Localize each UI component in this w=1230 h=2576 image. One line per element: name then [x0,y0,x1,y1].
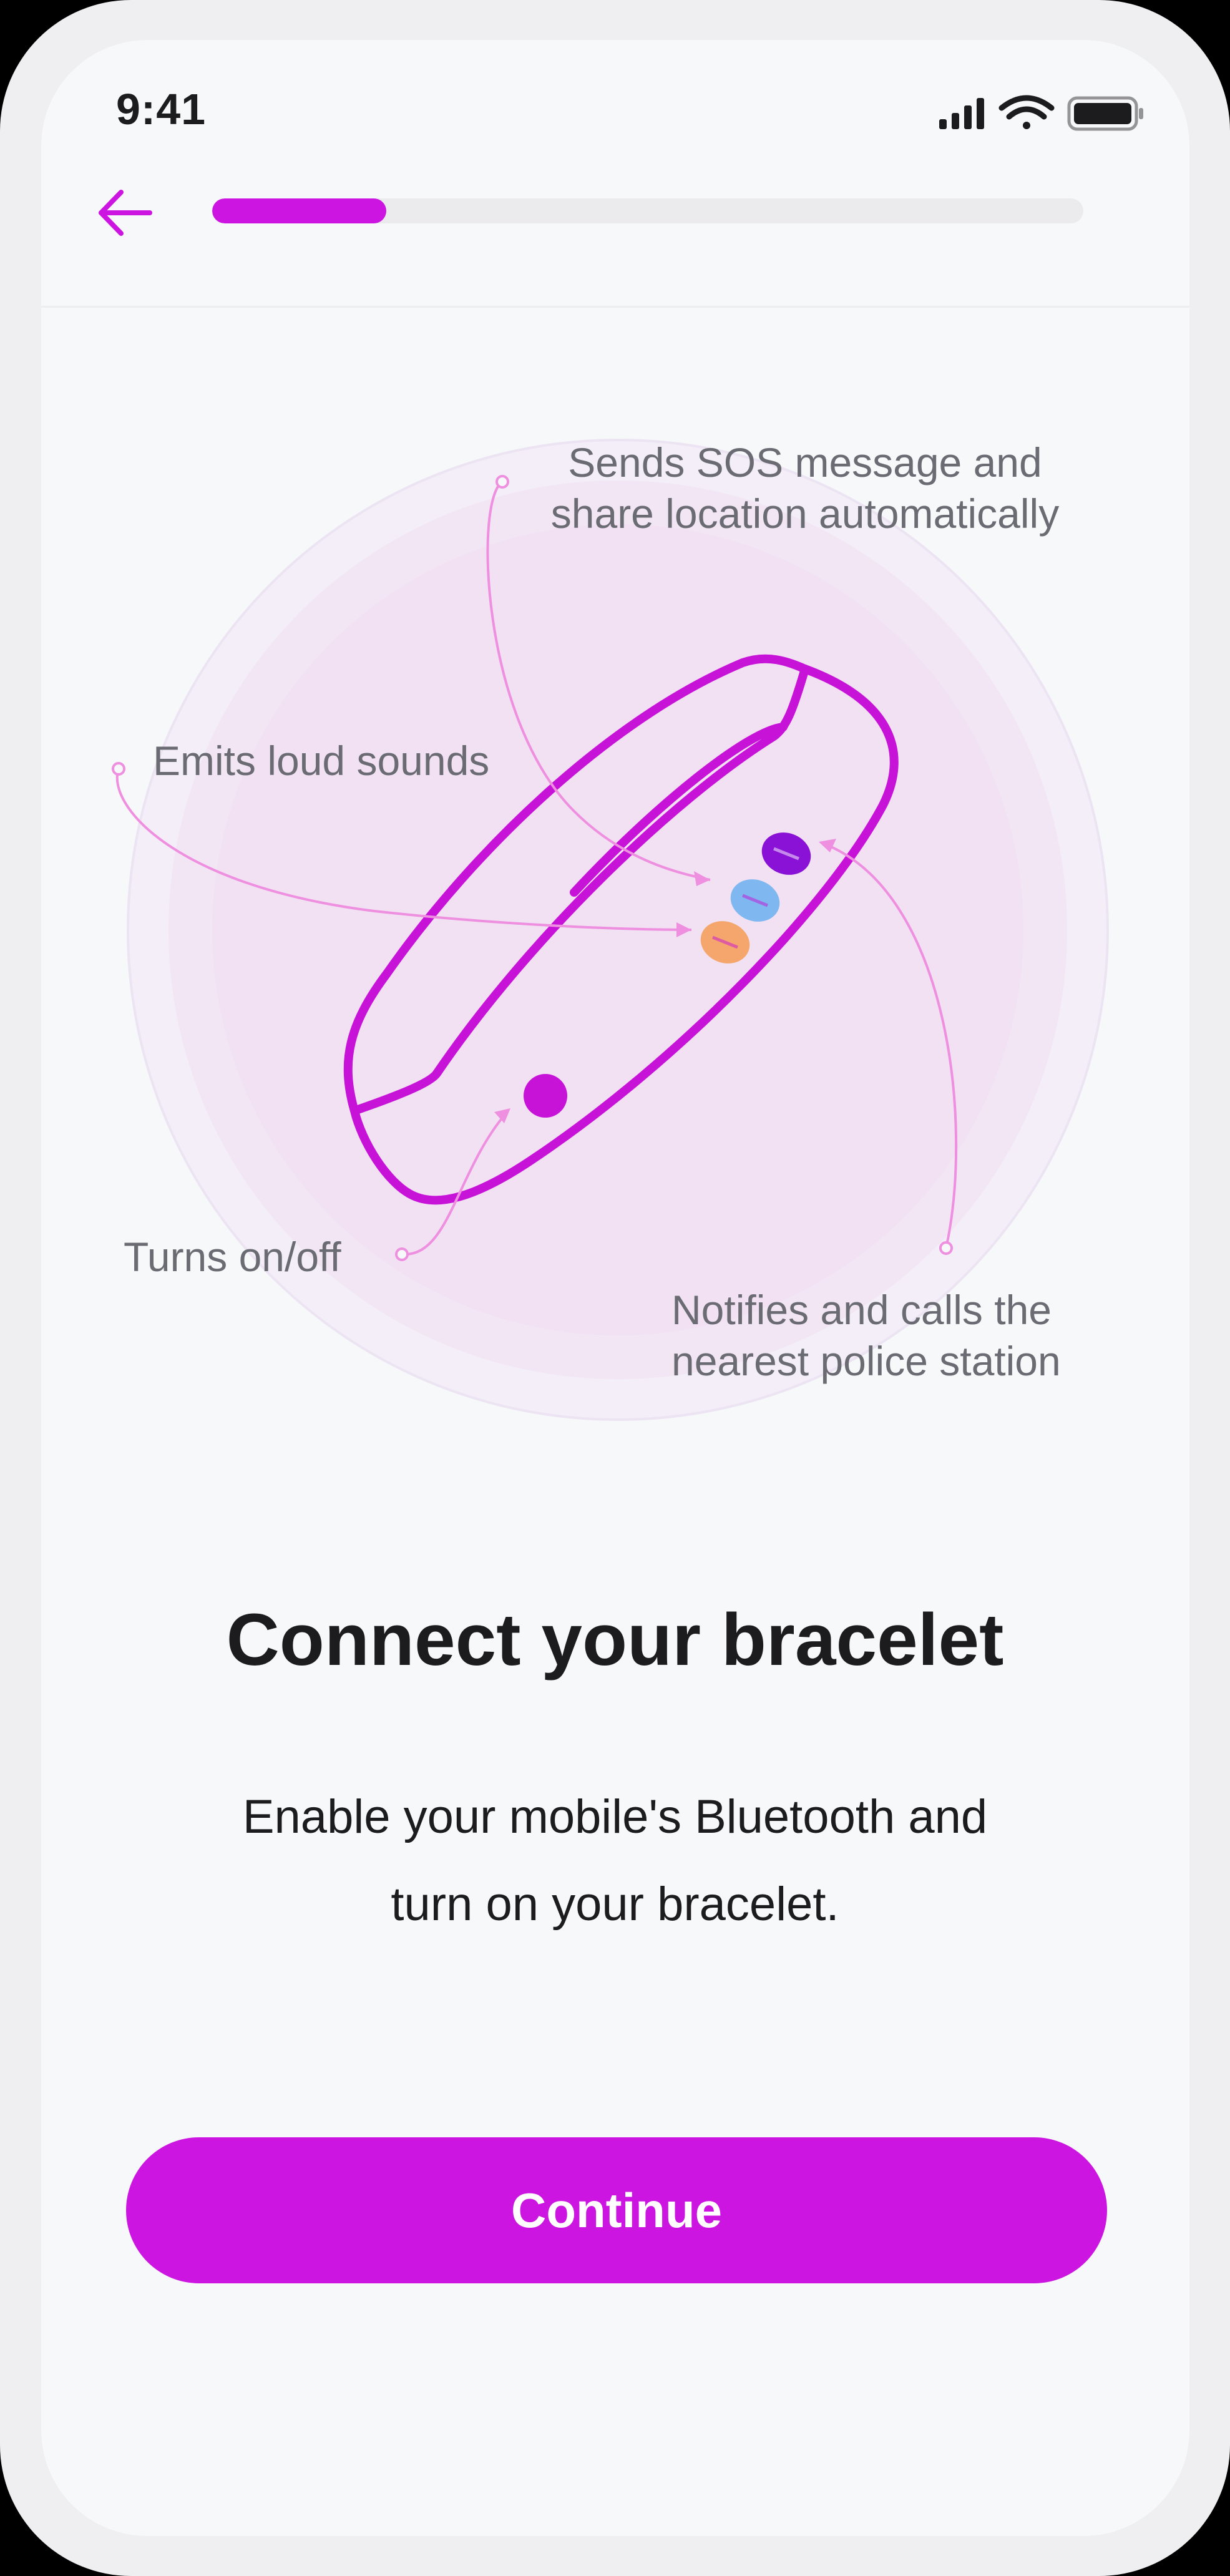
back-button[interactable] [94,185,162,241]
status-time: 9:41 [116,85,207,134]
page-subtitle-line1: Enable your mobile's Bluetooth and [242,1790,988,1843]
callout-police-line1: Notifies and calls the [671,1287,1052,1333]
callout-power: Turns on/off [124,1234,341,1280]
callout-sos: Sends SOS message and share location aut… [493,437,1117,539]
callout-sound: Emits loud sounds [153,738,490,784]
signal-icon [939,98,984,129]
page-title: Connect your bracelet [226,1599,1004,1681]
callout-sos-line1: Sends SOS message and [568,439,1042,485]
callout-police-line2: nearest police station [671,1338,1061,1384]
header-divider [41,306,1189,308]
continue-button[interactable]: Continue [126,2137,1107,2283]
arrow-left-icon [99,190,152,236]
callout-sos-line2: share location automatically [550,490,1060,537]
status-icons [939,95,1143,131]
callout-police: Notifies and calls the nearest police st… [671,1284,1061,1387]
progress-fill [212,198,387,223]
battery-icon [1067,96,1143,131]
page-subtitle: Enable your mobile's Bluetooth and turn … [0,1773,1230,1948]
page-subtitle-line2: turn on your bracelet. [391,1878,839,1931]
wifi-icon [998,95,1055,129]
progress-bar [212,198,1083,223]
